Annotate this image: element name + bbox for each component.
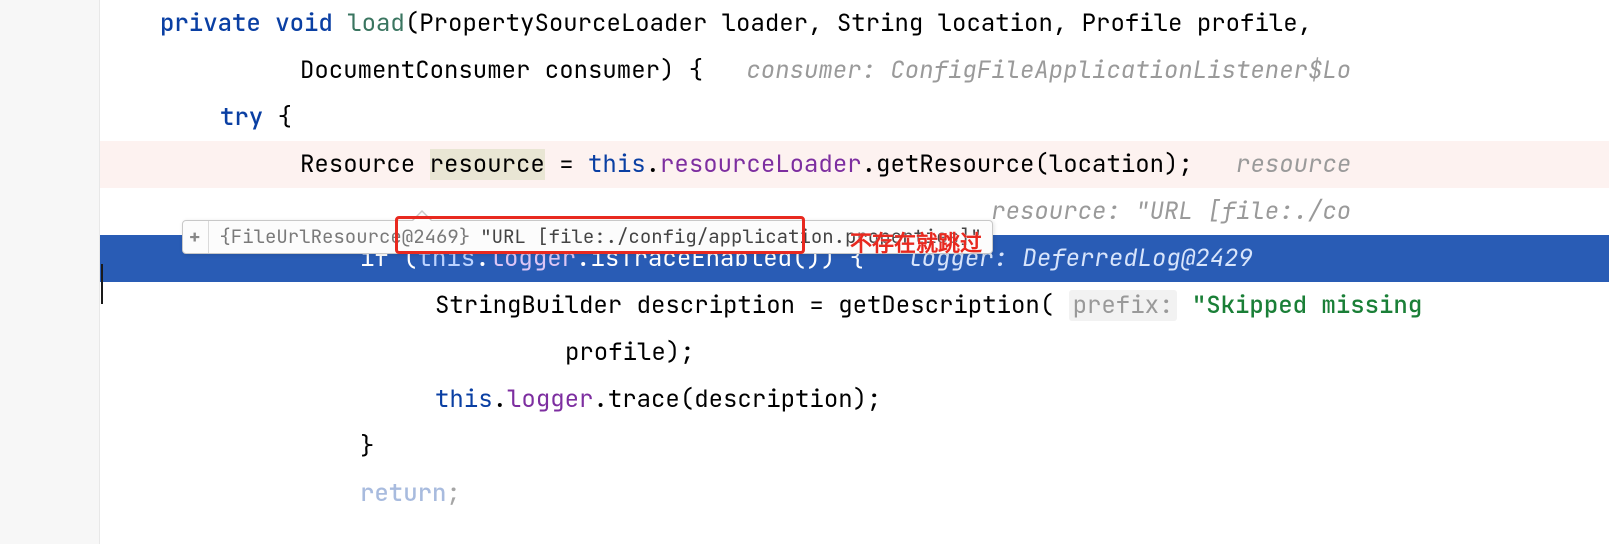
code-text: StringBuilder description = getDescripti… [435,290,1054,321]
code-text: Resource [300,149,430,180]
inlay-hint: consumer: ConfigFileApplicationListener$… [746,55,1351,86]
keyword-void: void [275,8,333,39]
expand-icon[interactable]: + [183,221,209,253]
code-line[interactable]: try { [100,94,1609,141]
code-text: . [493,384,507,415]
tooltip-arrow-icon [413,212,431,221]
keyword-return: return [360,478,446,509]
code-text: } [360,431,374,462]
keyword-try: try [220,102,263,133]
keyword-private: private [160,8,261,39]
code-text: = [545,149,588,180]
keyword-this: this [588,149,646,180]
code-text: .trace(description); [593,384,881,415]
code-line[interactable]: DocumentConsumer consumer) { consumer: C… [100,47,1609,94]
code-text: (PropertySourceLoader loader, String loc… [405,8,1312,39]
parameter-hint: prefix: [1069,290,1178,321]
code-line[interactable]: profile); [100,329,1609,376]
gutter [0,0,100,544]
code-text: . [646,149,660,180]
code-text: { [263,102,292,133]
string-literal: "Skipped missing [1192,290,1422,321]
code-editor[interactable]: private void load(PropertySourceLoader l… [0,0,1609,544]
code-text: DocumentConsumer consumer) { [300,55,703,86]
code-line[interactable]: Resource resource = this.resourceLoader.… [100,141,1609,188]
code-area[interactable]: private void load(PropertySourceLoader l… [100,0,1609,544]
method-name: load [347,8,405,39]
text-caret [101,264,103,304]
annotation-text: 不存在就跳过 [850,226,982,258]
tooltip-object-ref: {FileUrlResource@2469} [209,222,478,252]
code-line[interactable]: this.logger.trace(description); [100,376,1609,423]
keyword-this: this [435,384,493,415]
variable-resource: resource [430,149,545,180]
code-line[interactable]: private void load(PropertySourceLoader l… [100,0,1609,47]
field-logger: logger [507,384,593,415]
code-text: profile); [565,337,695,368]
code-line[interactable]: return; [100,470,1609,517]
inlay-hint: resource: "URL [file:./co [991,196,1351,227]
inlay-hint: resource [1236,149,1351,180]
code-line[interactable]: } [100,423,1609,470]
field-resourceLoader: resourceLoader [660,149,862,180]
code-line[interactable]: StringBuilder description = getDescripti… [100,282,1609,329]
code-text: .getResource(location); [862,149,1193,180]
code-text: ; [446,478,460,509]
